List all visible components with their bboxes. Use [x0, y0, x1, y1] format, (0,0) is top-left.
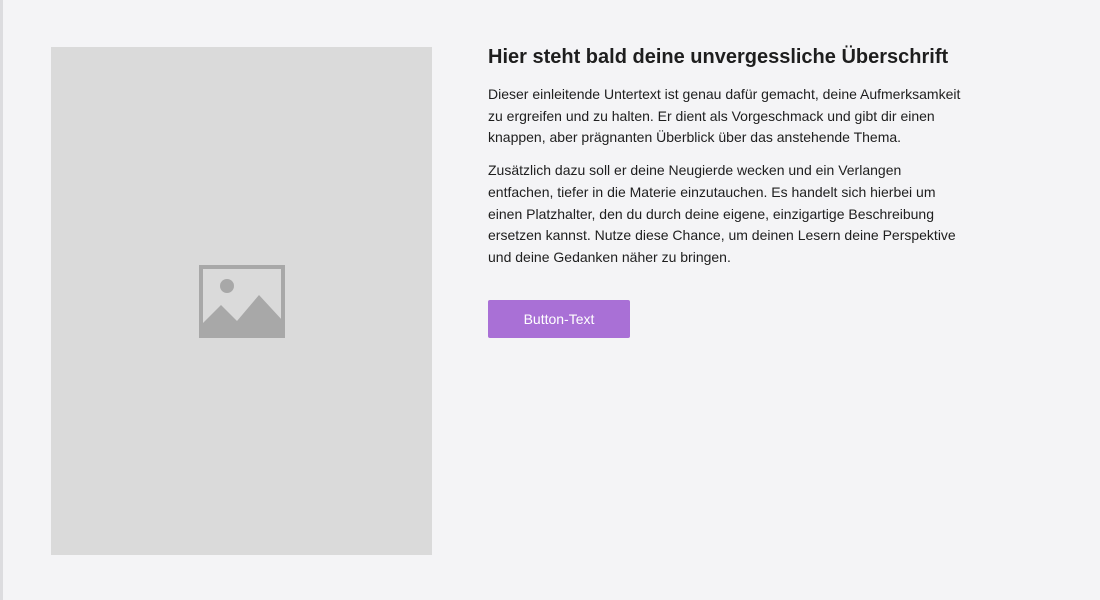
- cta-button[interactable]: Button-Text: [488, 299, 630, 338]
- left-border: [0, 0, 3, 600]
- page-heading: Hier steht bald deine unvergessliche Übe…: [488, 46, 949, 68]
- image-placeholder: [51, 47, 432, 555]
- image-placeholder-icon: [198, 264, 285, 338]
- content-block: Hier steht bald deine unvergessliche Übe…: [488, 44, 968, 338]
- body-paragraph: Zusätzlich dazu soll er deine Neugierde …: [488, 162, 956, 265]
- intro-paragraph: Dieser einleitende Untertext ist genau d…: [488, 86, 961, 146]
